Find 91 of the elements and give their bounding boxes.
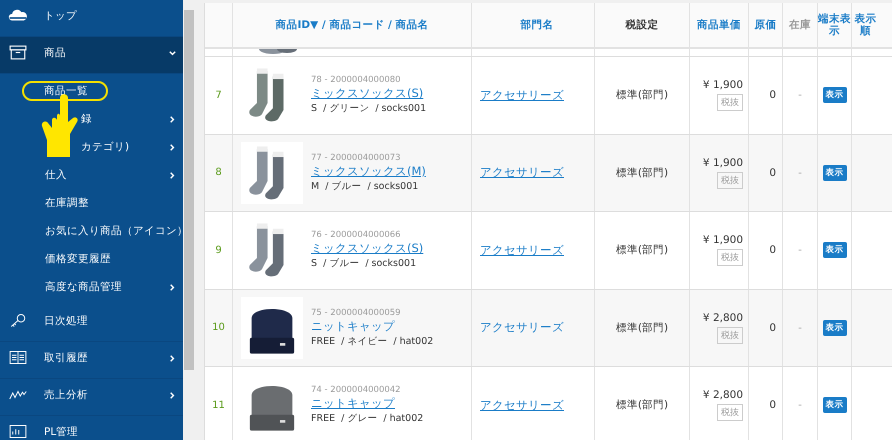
menu-label: 商品 bbox=[44, 47, 67, 59]
tax-excluded-badge: 税抜 bbox=[717, 404, 743, 422]
column-header[interactable]: 部門名 bbox=[472, 3, 595, 47]
tax-setting: 標準(部門) bbox=[616, 166, 668, 180]
stock-value: - bbox=[798, 399, 802, 412]
display-badge[interactable]: 表示 bbox=[822, 242, 846, 258]
product-code: 77 - 2000004000073 bbox=[311, 152, 402, 163]
product-name-link[interactable]: ミックスソックス(S) bbox=[311, 86, 426, 102]
column-header[interactable]: 表示順 bbox=[852, 3, 879, 47]
key-icon bbox=[8, 313, 28, 328]
display-badge[interactable]: 表示 bbox=[822, 87, 846, 104]
submenu-label: 在庫調整 bbox=[45, 197, 90, 209]
product-variant: S / ブルー / socks001 bbox=[311, 257, 418, 270]
row-number: 7 bbox=[215, 90, 222, 101]
unit-price: ¥ 2,800 bbox=[702, 312, 743, 324]
submenu-label: 仕入 bbox=[45, 169, 68, 181]
display-badge[interactable]: 表示 bbox=[822, 164, 846, 181]
department-link[interactable]: アクセサリーズ bbox=[480, 165, 564, 180]
scrollbar-thumb[interactable] bbox=[184, 10, 194, 370]
submenu-item[interactable]: お気に入り商品（アイコン） bbox=[0, 217, 183, 245]
cost-value: 0 bbox=[769, 399, 776, 412]
submenu-label: 録 bbox=[81, 113, 93, 125]
tax-excluded-badge: 税抜 bbox=[717, 326, 743, 344]
stock-value: - bbox=[798, 89, 802, 102]
pointing-hand-icon bbox=[40, 94, 78, 157]
product-code: 76 - 2000004000066 bbox=[311, 230, 402, 240]
menu-label: トップ bbox=[44, 10, 78, 22]
unit-price: ¥ 1,900 bbox=[702, 234, 743, 246]
stock-value: - bbox=[798, 244, 802, 256]
column-header[interactable]: 商品単価 bbox=[690, 3, 749, 47]
column-header[interactable]: 原価 bbox=[749, 3, 783, 47]
product-name-link[interactable]: ミックスソックス(M) bbox=[311, 164, 426, 179]
row-number: 9 bbox=[215, 244, 222, 256]
product-name-link[interactable]: ニットキャップ bbox=[311, 396, 424, 412]
cost-value: 0 bbox=[769, 89, 776, 102]
department-link[interactable]: アクセサリーズ bbox=[480, 88, 564, 103]
row-number: 11 bbox=[212, 400, 225, 411]
cost-value: 0 bbox=[769, 166, 776, 179]
product-variant: FREE / ネイビー / hat002 bbox=[311, 334, 434, 348]
product-name-link[interactable]: ニットキャップ bbox=[311, 318, 434, 334]
tax-excluded-badge: 税抜 bbox=[717, 249, 743, 266]
book-icon bbox=[8, 350, 28, 365]
row-number: 10 bbox=[212, 322, 225, 334]
menu-label: 売上分析 bbox=[44, 389, 89, 401]
column-header: 在庫 bbox=[783, 3, 818, 47]
stock-value: - bbox=[798, 322, 802, 334]
menu-label: PL管理 bbox=[44, 426, 80, 438]
department-link[interactable]: アクセサリーズ bbox=[480, 242, 564, 258]
unit-price: ¥ 1,900 bbox=[702, 156, 743, 169]
unit-price: ¥ 2,800 bbox=[702, 389, 743, 402]
cost-value: 0 bbox=[769, 322, 776, 334]
tax-excluded-badge: 税抜 bbox=[717, 94, 743, 112]
submenu-item[interactable]: 高度な商品管理 bbox=[0, 273, 183, 301]
row-number: 8 bbox=[215, 167, 222, 178]
submenu-label: 高度な商品管理 bbox=[45, 281, 123, 293]
department-link[interactable]: アクセサリーズ bbox=[480, 320, 564, 336]
cloud-icon bbox=[8, 8, 28, 23]
submenu-item[interactable]: 価格変更履歴 bbox=[0, 245, 183, 273]
product-code: 78 - 2000004000080 bbox=[311, 75, 402, 86]
tax-setting: 標準(部門) bbox=[616, 243, 668, 258]
tax-setting: 標準(部門) bbox=[616, 88, 668, 102]
display-badge[interactable]: 表示 bbox=[822, 397, 846, 414]
submenu-item[interactable]: 在庫調整 bbox=[0, 189, 183, 217]
menu-label: 取引履歴 bbox=[44, 352, 89, 364]
product-variant: S / グリーン / socks001 bbox=[311, 102, 426, 116]
submenu-item[interactable]: 録 bbox=[0, 105, 183, 133]
submenu-label: 価格変更履歴 bbox=[45, 253, 112, 265]
product-variant: FREE / グレー / hat002 bbox=[311, 412, 424, 426]
tax-excluded-badge: 税抜 bbox=[717, 172, 743, 189]
tax-setting: 標準(部門) bbox=[616, 398, 668, 412]
menu-label: 日次処理 bbox=[44, 315, 89, 327]
unit-price: ¥ 1,900 bbox=[702, 79, 743, 92]
column-header[interactable]: 端末表示 bbox=[818, 3, 852, 47]
product-code: 75 - 2000004000059 bbox=[311, 308, 402, 318]
submenu-label: お気に入り商品（アイコン） bbox=[45, 225, 183, 237]
submenu-item[interactable]: カテゴリ) bbox=[0, 133, 183, 161]
menu-item[interactable]: 商品 bbox=[0, 37, 183, 74]
chart-icon bbox=[8, 424, 28, 439]
submenu-item[interactable]: 仕入 bbox=[0, 161, 183, 189]
tax-setting: 標準(部門) bbox=[616, 320, 668, 335]
department-link[interactable]: アクセサリーズ bbox=[480, 398, 564, 413]
display-badge[interactable]: 表示 bbox=[822, 320, 846, 336]
product-code: 74 - 2000004000042 bbox=[311, 385, 402, 396]
product-name-link[interactable]: ミックスソックス(S) bbox=[311, 241, 424, 256]
cost-value: 0 bbox=[769, 244, 776, 256]
column-header[interactable]: 商品ID▼ / 商品コード / 商品名 bbox=[233, 3, 472, 47]
submenu-label: カテゴリ) bbox=[81, 141, 130, 153]
column-header: 税設定 bbox=[595, 3, 690, 47]
box-icon bbox=[8, 45, 28, 60]
stock-value: - bbox=[798, 166, 802, 179]
product-variant: M / ブルー / socks001 bbox=[311, 180, 420, 193]
